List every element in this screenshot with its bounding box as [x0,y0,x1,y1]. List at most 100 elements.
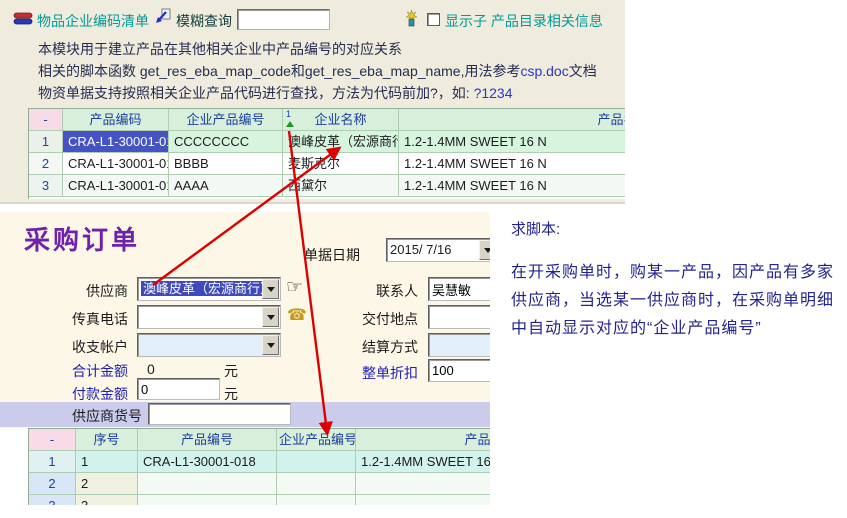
cell-seq: 2 [76,473,138,495]
module-title: 物品企业编码清单 [37,11,149,31]
row-number: 3 [29,495,76,505]
delivery-location-label: 交付地点 [338,309,418,329]
cell-product-name: 1.2-1.4MM SWEET 16 N [399,153,625,175]
header-enterprise-product-code[interactable]: 企业产品编号 [277,429,356,451]
settlement-input[interactable] [428,333,490,357]
description-doc-link: csp.doc [520,63,568,79]
detail-table-row-1[interactable]: 1 1 CRA-L1-30001-018 1.2-1.4MM SWEET 16 … [29,451,490,473]
cell-enterprise-product-code [277,473,356,495]
row-number: 1 [29,131,63,153]
description-line2-suffix: 文档 [569,63,597,79]
header-enterprise-product-code[interactable]: 企业产品编号 [169,109,283,131]
cell-product-code [138,495,277,505]
discount-input[interactable] [428,359,490,382]
doc-date-combo[interactable]: 2015/ 7/16 [386,238,490,262]
module-description-line2: 相关的脚本函数 get_res_eba_map_code和get_res_eba… [38,61,597,81]
cell-enterprise-name: 麦斯克尔 [283,153,399,175]
cell-seq: 1 [76,451,138,473]
fuzzy-query-icon[interactable] [153,8,171,29]
supplier-item-label: 供应商货号 [42,406,142,426]
cell-enterprise-name: 澳峰皮革（宏源商行） [283,131,399,153]
cell-enterprise-product-code [277,451,356,473]
cell-enterprise-product-code [277,495,356,505]
show-sub-checkbox[interactable] [427,13,440,26]
description-code-example: ?1234 [474,85,513,101]
cell-product-name: 1.2-1.4MM SWEET 16 N [356,451,490,473]
phone-icon[interactable]: ☎ [287,308,307,324]
contact-input[interactable] [428,277,490,301]
cell-product-name: 1.2-1.4MM SWEET 16 N [399,175,625,197]
supplier-item-input[interactable] [148,403,291,425]
note-line-3: 中自动显示对应的“企业产品编号” [511,314,762,338]
header-product-name[interactable]: 产品名称 [399,109,625,131]
header-rownum: - [29,109,63,131]
cell-product-code [138,473,277,495]
supplier-combo[interactable]: 澳峰皮革（宏源商行） [137,277,281,301]
total-amount-unit: 元 [224,361,238,381]
erp-screenshot-page: 物品企业编码清单 模糊查询 显示子 产品目录相关信息 本模块用于建立产品在其他相… [0,0,847,518]
detail-table-row-3[interactable]: 3 3 [29,495,490,505]
row-number: 2 [29,153,63,175]
sort-order-number: 1 [286,109,291,119]
discount-label: 整单折扣 [338,363,418,383]
chevron-down-icon[interactable] [479,240,490,260]
mapping-table-row-1[interactable]: 1 CRA-L1-30001-018 CCCCCCCC 澳峰皮革（宏源商行） 1… [29,131,625,153]
supplier-value: 澳峰皮革（宏源商行） [141,281,275,296]
purchase-order-form: 采购订单 单据日期 2015/ 7/16 供应商 澳峰皮革（宏源商行） ☞ 传真… [0,212,490,428]
module-description-line3: 物资单据支持按照相关企业产品代码进行查找，方法为代码前加?，如: ?1234 [38,83,513,103]
header-product-name[interactable]: 产品名称 [356,429,490,451]
description-line3-text: 物资单据支持按照相关企业产品代码进行查找，方法为代码前加?，如: [38,85,474,101]
header-product-code[interactable]: 产品编号 [138,429,277,451]
chevron-down-icon[interactable] [262,279,279,299]
detail-table-header: - 序号 产品编号 企业产品编号 产品名称 [29,429,490,451]
header-seq[interactable]: 序号 [76,429,138,451]
fax-combo[interactable] [137,305,281,329]
mapping-table-row-3[interactable]: 3 CRA-L1-30001-018 AAAA 西黛尔 1.2-1.4MM SW… [29,175,625,197]
payment-amount-label: 付款金额 [58,384,128,404]
row-number: 2 [29,473,76,495]
payment-amount-input[interactable] [137,378,220,400]
settlement-label: 结算方式 [338,337,418,357]
contact-label: 联系人 [338,281,418,301]
chevron-down-icon[interactable] [262,307,279,327]
show-sub-label: 显示子 产品目录相关信息 [445,11,603,31]
payment-amount-unit: 元 [224,384,238,404]
cell-product-code: CRA-L1-30001-018 [63,175,169,197]
cell-enterprise-product-code: BBBB [169,153,283,175]
mapping-table-header: - 产品编码 企业产品编号 1 企业名称 产品名称 [29,109,625,131]
fax-label: 传真电话 [58,309,128,329]
header-enterprise-name[interactable]: 1 企业名称 [283,109,399,131]
supplier-label: 供应商 [58,281,128,301]
po-detail-table: - 序号 产品编号 企业产品编号 产品名称 1 1 CRA-L1-30001-0… [28,428,490,505]
hand-pointer-icon[interactable]: ☞ [286,278,303,297]
header-rownum: - [29,429,76,451]
cell-seq: 3 [76,495,138,505]
cell-enterprise-product-code: AAAA [169,175,283,197]
note-line-1: 在开采购单时，购某一产品，因产品有多家 [511,258,834,282]
description-line2-text: 相关的脚本函数 get_res_eba_map_code和get_res_eba… [38,63,520,79]
doc-date-value: 2015/ 7/16 [390,242,451,257]
fuzzy-query-label[interactable]: 模糊查询 [176,11,232,31]
cell-product-code-selected[interactable]: CRA-L1-30001-018 [63,131,169,153]
cell-product-name [356,495,490,505]
mapping-table-row-2[interactable]: 2 CRA-L1-30001-018 BBBB 麦斯克尔 1.2-1.4MM S… [29,153,625,175]
mapping-table: - 产品编码 企业产品编号 1 企业名称 产品名称 1 CRA-L1-30001… [28,108,625,199]
cell-product-name [356,473,490,495]
detail-table-row-2[interactable]: 2 2 [29,473,490,495]
header-product-code[interactable]: 产品编码 [63,109,169,131]
chevron-down-icon[interactable] [262,335,279,355]
cell-product-code: CRA-L1-30001-018 [138,451,277,473]
lookup-icon[interactable] [404,9,419,31]
delivery-location-input[interactable] [428,305,490,329]
row-number: 1 [29,451,76,473]
cell-product-name: 1.2-1.4MM SWEET 16 N [399,131,625,153]
purchase-order-title: 采购订单 [24,220,140,257]
fuzzy-search-input[interactable] [237,9,330,30]
account-combo[interactable] [137,333,281,357]
module-description-line1: 本模块用于建立产品在其他相关企业中产品编号的对应关系 [38,39,402,59]
module-icon [13,11,33,30]
total-amount-label: 合计金额 [58,361,128,381]
cell-enterprise-product-code: CCCCCCCC [169,131,283,153]
note-heading: 求脚本: [511,218,560,239]
account-label: 收支帐户 [58,337,128,357]
